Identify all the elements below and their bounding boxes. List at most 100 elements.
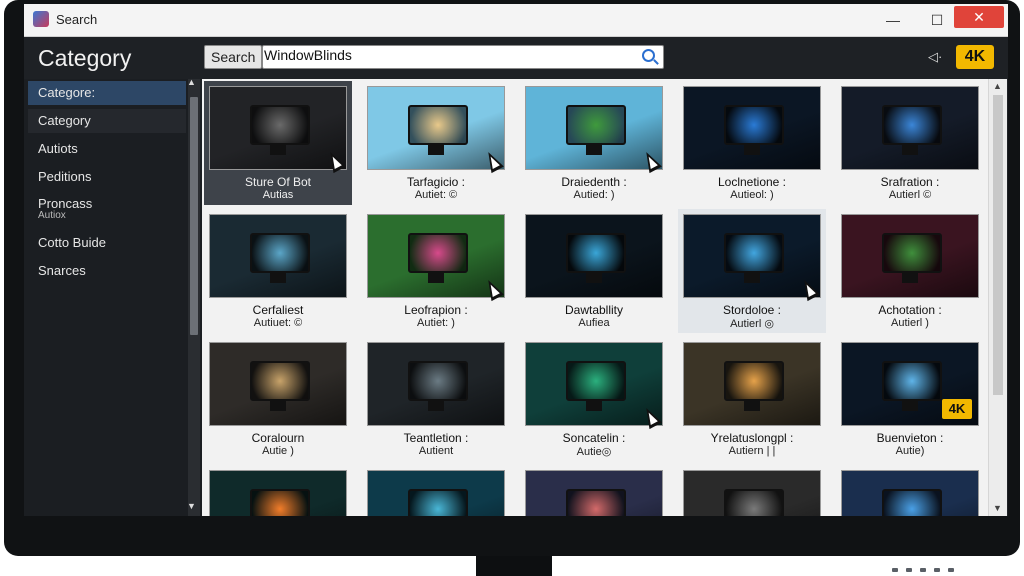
theme-card[interactable]: Achotation : Autierl ) [836, 209, 984, 333]
theme-card[interactable]: Leofrapion : Autiet: ) [362, 209, 510, 333]
thumbnail-stand [270, 401, 286, 411]
scroll-up-icon[interactable]: ▲ [993, 81, 1002, 91]
theme-author: Autied: ) [573, 189, 615, 201]
thumbnail-stand [902, 145, 918, 155]
thumbnail-art [250, 105, 310, 145]
scroll-down-icon[interactable]: ▼ [187, 501, 196, 511]
thumbnail-stand [902, 401, 918, 411]
monitor-button[interactable] [920, 568, 926, 572]
monitor-button[interactable] [906, 568, 912, 572]
close-button[interactable]: ✕ [954, 6, 1004, 28]
theme-title: Dawtabllity [564, 303, 624, 317]
thumbnail-art [566, 361, 626, 401]
sidebar-item-category[interactable]: Category [28, 109, 186, 133]
theme-author: Autiet: © [414, 189, 458, 201]
theme-thumbnail[interactable] [842, 215, 978, 297]
theme-thumbnail[interactable] [526, 215, 662, 297]
thumbnail-art [250, 361, 310, 401]
theme-thumbnail[interactable] [368, 471, 504, 516]
theme-thumbnail[interactable] [842, 87, 978, 169]
theme-author: Autiet: ) [417, 317, 455, 329]
theme-thumbnail[interactable] [684, 343, 820, 425]
theme-thumbnail[interactable] [842, 471, 978, 516]
theme-card[interactable]: Draiedenth : Autied: ) [520, 81, 668, 205]
search-icon[interactable] [642, 49, 655, 62]
theme-card[interactable]: Stordoloe : Autierl ◎ [678, 209, 826, 333]
theme-card[interactable]: Srafration : Autierl © [836, 81, 984, 205]
title-bar: Search — ☐ ✕ [24, 4, 1008, 37]
theme-author: Autierl ◎ [730, 318, 774, 330]
thumbnail-stand [586, 401, 602, 411]
theme-gallery: Sture Of Bot Autias Tarfagicio : Autiet: © D… [202, 79, 988, 516]
thumbnail-art [724, 105, 784, 145]
theme-author: Autiuet: © [253, 317, 303, 329]
minimize-button[interactable]: — [870, 4, 916, 36]
sidebar-item-peditions[interactable]: Peditions [28, 165, 186, 189]
theme-thumbnail[interactable] [210, 343, 346, 425]
sidebar-item-autiots[interactable]: Autiots [28, 137, 186, 161]
resolution-badge: 4K [956, 45, 994, 69]
theme-card[interactable] [520, 465, 668, 516]
theme-title: Tarfagicio : [406, 175, 466, 189]
theme-card[interactable]: Teantletion : Autient [362, 337, 510, 461]
theme-card[interactable]: Coralourn Autie ) [204, 337, 352, 461]
speaker-icon[interactable]: ◁· [928, 49, 942, 65]
thumbnail-stand [270, 145, 286, 155]
theme-title: Teantletion : [403, 431, 469, 445]
search-button[interactable]: Search [204, 45, 263, 69]
theme-card[interactable] [362, 465, 510, 516]
gallery-scrollbar[interactable]: ▲ ▼ [988, 79, 1007, 516]
sidebar-scroll-thumb[interactable] [190, 97, 198, 335]
theme-title: Draiedenth : [561, 175, 627, 189]
thumbnail-art [724, 233, 784, 273]
theme-author: Autieol: ) [730, 189, 774, 201]
thumbnail-art [408, 105, 468, 145]
thumbnail-art [882, 489, 942, 516]
scroll-up-icon[interactable]: ▲ [187, 77, 196, 87]
sidebar-item-categore[interactable]: Categore: [28, 81, 186, 105]
theme-card[interactable]: Buenvieton : Autie) 4K [836, 337, 984, 461]
thumbnail-stand [428, 401, 444, 411]
sidebar-item-snarces[interactable]: Snarces [28, 259, 186, 283]
sidebar-item-cotto-buide[interactable]: Cotto Buide [28, 231, 186, 255]
thumbnail-stand [270, 273, 286, 283]
thumbnail-art [250, 233, 310, 273]
theme-card[interactable] [204, 465, 352, 516]
theme-card[interactable]: Yrelatuslongpl : Autiern | | [678, 337, 826, 461]
theme-author: Autierl © [888, 189, 932, 201]
theme-card[interactable]: Dawtabllity Aufiea [520, 209, 668, 333]
thumbnail-stand [902, 273, 918, 283]
monitor-button[interactable] [892, 568, 898, 572]
theme-card[interactable]: Sture Of Bot Autias [204, 81, 352, 205]
theme-thumbnail[interactable] [684, 87, 820, 169]
thumbnail-stand [586, 273, 602, 283]
theme-card[interactable]: Soncatelin : Autie◎ [520, 337, 668, 461]
theme-thumbnail[interactable] [210, 471, 346, 516]
theme-thumbnail[interactable] [526, 471, 662, 516]
thumbnail-stand [744, 401, 760, 411]
thumbnail-art [724, 361, 784, 401]
theme-title: Buenvieton : [876, 431, 944, 445]
theme-thumbnail[interactable] [210, 215, 346, 297]
theme-card[interactable]: Tarfagicio : Autiet: © [362, 81, 510, 205]
monitor-button[interactable] [934, 568, 940, 572]
thumbnail-art [250, 489, 310, 516]
theme-card[interactable] [836, 465, 984, 516]
theme-title: Coralourn [251, 431, 305, 445]
theme-thumbnail[interactable] [368, 343, 504, 425]
resolution-badge: 4K [942, 399, 972, 419]
theme-card[interactable] [678, 465, 826, 516]
thumbnail-stand [744, 145, 760, 155]
theme-thumbnail[interactable] [684, 471, 820, 516]
scroll-down-icon[interactable]: ▼ [993, 503, 1002, 513]
search-input-value: WindowBlinds [264, 47, 352, 63]
thumbnail-art [882, 233, 942, 273]
monitor-buttons [892, 568, 954, 572]
theme-card[interactable]: Loclnetione : Autieol: ) [678, 81, 826, 205]
theme-author: Autient [418, 445, 454, 457]
gallery-scroll-thumb[interactable] [993, 95, 1003, 395]
theme-author: Autiern | | [728, 445, 776, 457]
theme-card[interactable]: Cerfaliest Autiuet: © [204, 209, 352, 333]
page-title: Category [38, 45, 132, 71]
monitor-button[interactable] [948, 568, 954, 572]
